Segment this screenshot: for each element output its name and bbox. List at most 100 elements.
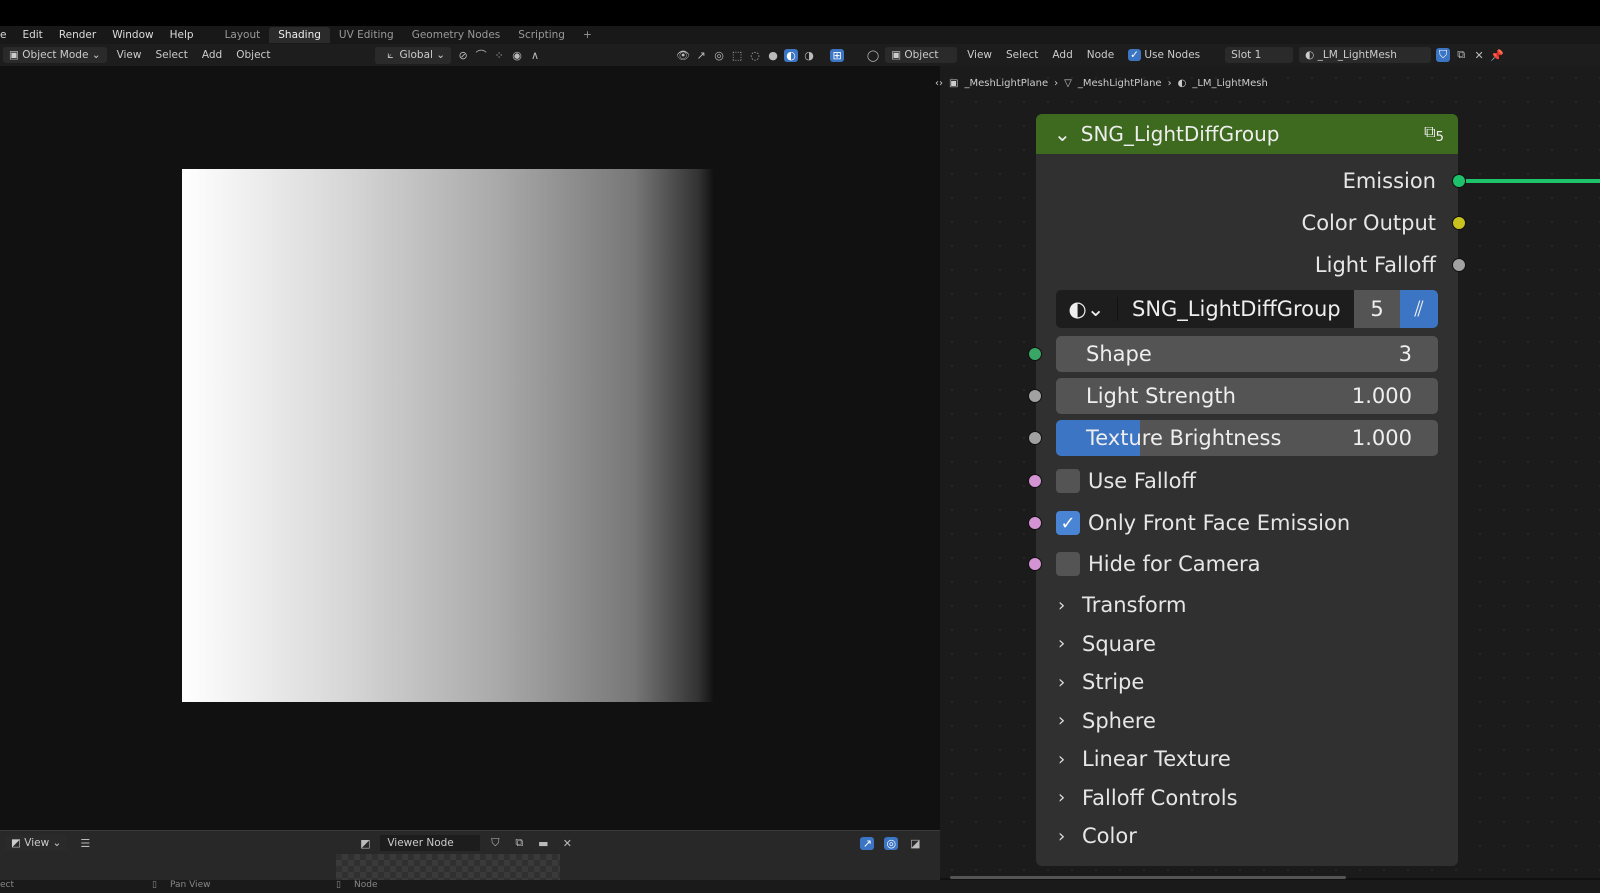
panel-header[interactable]: › Color (1036, 818, 1458, 854)
panel-header[interactable]: › Sphere (1036, 703, 1458, 739)
collapse-chevron-icon[interactable]: ⌄ (1054, 122, 1071, 146)
overlay-icon[interactable]: ◎ (712, 49, 726, 62)
group-datablock-selector[interactable]: ◐⌄ SNG_LightDiffGroup 5 ⫽ (1056, 290, 1438, 328)
checkbox[interactable]: ✓ (1056, 511, 1080, 535)
falloff-icon[interactable]: ∧ (528, 49, 542, 62)
menu-file[interactable]: e (0, 29, 14, 41)
wireframe-shading-icon[interactable]: ◌ (748, 49, 762, 62)
duplicate-icon[interactable]: ⧉ (1454, 48, 1468, 62)
object-type-dropdown[interactable]: ▣ Object (885, 47, 958, 63)
view-dropdown[interactable]: ◩ View ⌄ (5, 835, 68, 851)
panel-label: Transform (1082, 593, 1187, 617)
proportional-edit-icon[interactable]: ◉ (510, 49, 524, 62)
output-socket[interactable] (1452, 216, 1466, 230)
image-icon[interactable]: ◩ (358, 837, 372, 850)
input-socket[interactable] (1028, 389, 1042, 403)
panel-header[interactable]: › Square (1036, 626, 1458, 662)
object-type-label: Object (904, 49, 939, 61)
checkbox-row[interactable]: ✓ Only Front Face Emission (1036, 505, 1458, 541)
duplicate-icon[interactable]: ⧉ (512, 836, 526, 850)
menu-view[interactable]: View (110, 47, 149, 63)
input-socket[interactable] (1028, 347, 1042, 361)
hamburger-icon[interactable]: ☰ (78, 837, 92, 850)
snap-target-icon[interactable]: ⁘ (492, 49, 506, 62)
chevron-right-icon: › (1058, 787, 1066, 808)
unlink-icon[interactable]: ✕ (1472, 49, 1486, 62)
checkbox-row[interactable]: Use Falloff (1036, 463, 1458, 499)
node-menu-select[interactable]: Select (999, 47, 1045, 63)
shader-type-icon[interactable]: ◯ (866, 49, 880, 62)
breadcrumb-mesh: _MeshLightPlane (1077, 78, 1162, 89)
menu-object[interactable]: Object (229, 47, 277, 63)
menu-render[interactable]: Render (51, 29, 104, 41)
node-menu-view[interactable]: View (960, 47, 999, 63)
checkbox[interactable] (1056, 552, 1080, 576)
tab-geometry-nodes[interactable]: Geometry Nodes (403, 27, 510, 43)
input-field[interactable]: Texture Brightness 1.000 (1056, 420, 1438, 456)
mode-label: Object Mode (22, 49, 89, 61)
fake-user-icon[interactable]: ⛉ (1436, 48, 1451, 62)
panel-header[interactable]: › Linear Texture (1036, 741, 1458, 777)
input-value: 1.000 (1351, 384, 1412, 408)
menu-help[interactable]: Help (162, 29, 202, 41)
gizmo-icon[interactable]: ↗ (860, 836, 875, 850)
node-menu-node[interactable]: Node (1080, 47, 1121, 63)
tab-uv-editing[interactable]: UV Editing (330, 27, 403, 43)
visibility-icon[interactable]: 👁 (676, 49, 690, 62)
overlay-icon[interactable]: ◎ (884, 836, 899, 850)
input-socket[interactable] (1028, 431, 1042, 445)
output-socket[interactable] (1452, 174, 1466, 188)
view-label: View (24, 837, 50, 849)
datablock-user-count[interactable]: 5 (1354, 290, 1400, 328)
datablock-name[interactable]: SNG_LightDiffGroup (1118, 297, 1354, 321)
panel-label: Sphere (1082, 708, 1156, 733)
tab-shading[interactable]: Shading (269, 27, 330, 43)
mouse-icon: ▯ (336, 880, 341, 890)
input-field[interactable]: Shape 3 (1056, 336, 1438, 372)
panel-header[interactable]: › Transform (1036, 587, 1458, 623)
slot-dropdown[interactable]: Slot 1 (1225, 47, 1294, 63)
folder-icon[interactable]: ▬ (536, 837, 550, 850)
group-node[interactable]: ⌄ SNG_LightDiffGroup ⧉5 Emission Color Ou… (1028, 114, 1466, 866)
transform-orientation-dropdown[interactable]: ⟀ Global ⌄ (375, 46, 452, 64)
add-workspace-button[interactable]: + (574, 27, 601, 43)
close-icon[interactable]: ✕ (560, 837, 574, 850)
menu-select[interactable]: Select (148, 47, 194, 63)
output-socket[interactable] (1452, 258, 1466, 272)
mode-dropdown[interactable]: ▣ Object Mode ⌄ (3, 47, 107, 63)
image-selector[interactable]: Viewer Node (380, 835, 481, 851)
node-header[interactable]: ⌄ SNG_LightDiffGroup ⧉5 (1036, 114, 1458, 154)
pivot-icon[interactable]: ⊘ (456, 49, 470, 62)
use-nodes-checkbox[interactable]: ✓ Use Nodes (1121, 47, 1207, 63)
panel-header[interactable]: › Stripe (1036, 664, 1458, 700)
panel-header[interactable]: › Falloff Controls (1036, 780, 1458, 816)
material-name: _LM_LightMesh (1317, 49, 1397, 61)
panel-label: Stripe (1082, 670, 1145, 694)
node-menu-add[interactable]: Add (1045, 47, 1079, 63)
mesh-icon: ▽ (1064, 78, 1072, 89)
tab-layout[interactable]: Layout (216, 27, 270, 43)
display-channels-icon[interactable]: ◪ (908, 837, 922, 850)
horizontal-scrollbar[interactable] (950, 876, 1346, 879)
fake-user-icon[interactable]: ⫽ (1400, 290, 1438, 328)
menu-window[interactable]: Window (104, 29, 161, 41)
checkbox[interactable] (1056, 469, 1080, 493)
material-shading-icon[interactable]: ◐ (784, 48, 799, 62)
solid-shading-icon[interactable]: ● (766, 49, 780, 62)
menu-edit[interactable]: Edit (14, 29, 50, 41)
chevron-right-icon: › (1058, 748, 1066, 770)
xray-icon[interactable]: ⬚ (730, 49, 744, 62)
menu-add[interactable]: Add (195, 47, 229, 63)
material-selector[interactable]: ◐ _LM_LightMesh (1299, 47, 1432, 63)
rendered-shading-icon[interactable]: ◑ (802, 49, 816, 62)
gizmo-icon[interactable]: ↗ (694, 49, 708, 62)
input-field[interactable]: Light Strength 1.000 (1056, 378, 1438, 414)
menu-bar: e Edit Render Window Help Layout Shading… (0, 26, 1600, 44)
node-tree-icon[interactable]: ◐⌄ (1056, 297, 1118, 321)
snap-icon[interactable]: ⌒ (474, 47, 488, 63)
shield-icon[interactable]: ⛉ (488, 836, 502, 850)
checkbox-row[interactable]: Hide for Camera (1036, 546, 1458, 582)
tab-scripting[interactable]: Scripting (509, 27, 574, 43)
pin-icon[interactable]: 📌 (1490, 49, 1504, 62)
editor-type-icon[interactable]: ⊞ (830, 48, 845, 62)
